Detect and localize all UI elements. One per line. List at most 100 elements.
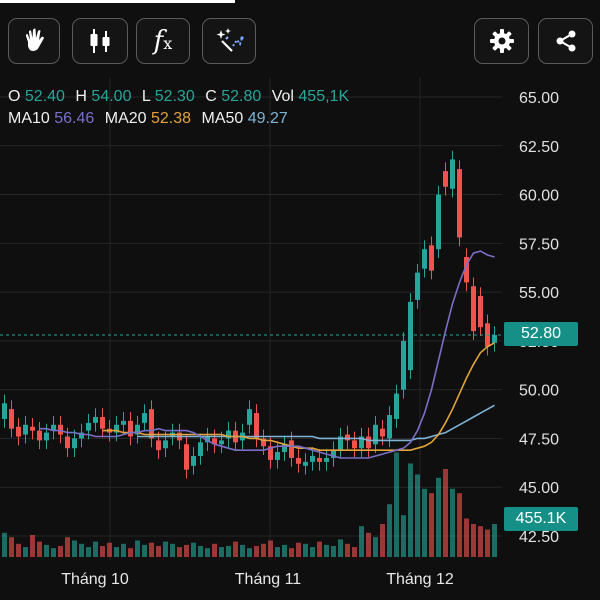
volume-bar bbox=[226, 546, 231, 557]
y-tick-label: 55.00 bbox=[519, 285, 559, 302]
volume-bar bbox=[72, 540, 77, 557]
ma20-label: MA20 bbox=[104, 110, 147, 127]
volume-bar bbox=[254, 546, 259, 557]
candle-body bbox=[16, 426, 21, 437]
volume-bar bbox=[44, 544, 49, 557]
candle-body bbox=[443, 171, 448, 187]
candle-body bbox=[163, 440, 168, 449]
volume-bar bbox=[93, 541, 98, 557]
volume-bar bbox=[289, 548, 294, 557]
volume-bar bbox=[373, 537, 378, 557]
candlestick-type-button[interactable] bbox=[72, 18, 128, 64]
y-tick-label: 57.50 bbox=[519, 236, 559, 253]
volume-bar bbox=[135, 540, 140, 557]
y-tick-label: 62.50 bbox=[519, 139, 559, 156]
volume-bar bbox=[114, 547, 119, 557]
candlestick-icon bbox=[90, 29, 110, 53]
volume-bar bbox=[156, 546, 161, 557]
ma10-value: 56.46 bbox=[54, 110, 95, 127]
volume-bar bbox=[443, 469, 448, 557]
hand-pointer-button[interactable] bbox=[8, 18, 60, 64]
volume-bar bbox=[359, 526, 364, 557]
candle-body bbox=[408, 301, 413, 371]
volume-bar bbox=[205, 548, 210, 557]
share-button[interactable] bbox=[538, 18, 593, 64]
candle-body bbox=[366, 436, 371, 449]
volume-bar bbox=[415, 474, 420, 557]
x-axis-label: Tháng 10 bbox=[61, 571, 129, 588]
volume-bar bbox=[219, 547, 224, 557]
volume-bar bbox=[261, 543, 266, 557]
volume-bar bbox=[86, 547, 91, 557]
volume-bar bbox=[79, 543, 84, 557]
candle-body bbox=[303, 461, 308, 466]
candle-body bbox=[450, 159, 455, 189]
candle-body bbox=[345, 434, 350, 441]
candle-body bbox=[142, 413, 147, 423]
volume-bar bbox=[107, 542, 112, 557]
gear-icon bbox=[489, 29, 514, 53]
volume-label: Vol bbox=[271, 88, 294, 105]
volume-bar bbox=[198, 546, 203, 557]
candle-body bbox=[247, 409, 252, 425]
y-tick-label: 65.00 bbox=[519, 90, 559, 107]
candle-body bbox=[184, 444, 189, 470]
volume-bar bbox=[65, 537, 70, 557]
volume-bar bbox=[247, 548, 252, 557]
volume-bar bbox=[51, 548, 56, 557]
volume-bar bbox=[492, 524, 497, 557]
candle-body bbox=[128, 420, 133, 437]
candle-body bbox=[401, 340, 406, 390]
candle-body bbox=[394, 393, 399, 419]
magic-wand-icon bbox=[216, 28, 244, 52]
current-volume-badge: 455.1K bbox=[504, 507, 578, 531]
volume-bar bbox=[464, 518, 469, 557]
candle-body bbox=[30, 426, 35, 431]
volume-bar bbox=[191, 542, 196, 557]
candle-body bbox=[65, 436, 70, 449]
volume-bar bbox=[149, 542, 154, 557]
candle-body bbox=[44, 432, 49, 441]
current-price-badge: 52.80 bbox=[504, 322, 578, 346]
volume-bar bbox=[128, 548, 133, 557]
ohlc-row: O 52.40 H 54.00 L 52.30 C 52.80 Vol 455,… bbox=[8, 86, 355, 108]
volume-bar bbox=[429, 493, 434, 557]
candle-body bbox=[478, 296, 483, 328]
volume-bar bbox=[394, 452, 399, 557]
candle-body bbox=[471, 286, 476, 332]
volume-bar bbox=[380, 524, 385, 557]
indicator-button[interactable]: fx bbox=[136, 18, 190, 64]
x-axis-label: Tháng 12 bbox=[386, 571, 454, 588]
volume-bar bbox=[58, 546, 63, 557]
candle-body bbox=[380, 428, 385, 437]
drawing-tools-button[interactable] bbox=[202, 18, 256, 64]
volume-bar bbox=[2, 532, 7, 557]
candle-body bbox=[93, 416, 98, 423]
volume-bar bbox=[450, 488, 455, 557]
candle-body bbox=[373, 424, 378, 445]
y-tick-label: 50.00 bbox=[519, 383, 559, 400]
candle-body bbox=[352, 440, 357, 449]
settings-button[interactable] bbox=[474, 18, 529, 64]
ma20-value: 52.38 bbox=[151, 110, 192, 127]
volume-bar bbox=[317, 541, 322, 557]
candle-body bbox=[457, 169, 462, 238]
volume-bar bbox=[331, 546, 336, 557]
volume-bar bbox=[16, 543, 21, 557]
volume-bar bbox=[121, 543, 126, 557]
y-tick-label: 60.00 bbox=[519, 188, 559, 205]
chart-toolbar: fx bbox=[0, 16, 600, 72]
volume-bar bbox=[401, 515, 406, 557]
ma10-label: MA10 bbox=[8, 110, 50, 127]
candle-body bbox=[317, 457, 322, 462]
volume-bar bbox=[37, 541, 42, 557]
open-value: 52.40 bbox=[24, 88, 65, 105]
candle-body bbox=[121, 420, 126, 425]
ma10-line bbox=[39, 250, 495, 459]
volume-bar bbox=[303, 543, 308, 557]
candle-body bbox=[37, 430, 42, 441]
hand-icon bbox=[25, 28, 44, 51]
volume-bar bbox=[212, 543, 217, 557]
volume-bar bbox=[296, 542, 301, 557]
volume-bar bbox=[170, 543, 175, 557]
